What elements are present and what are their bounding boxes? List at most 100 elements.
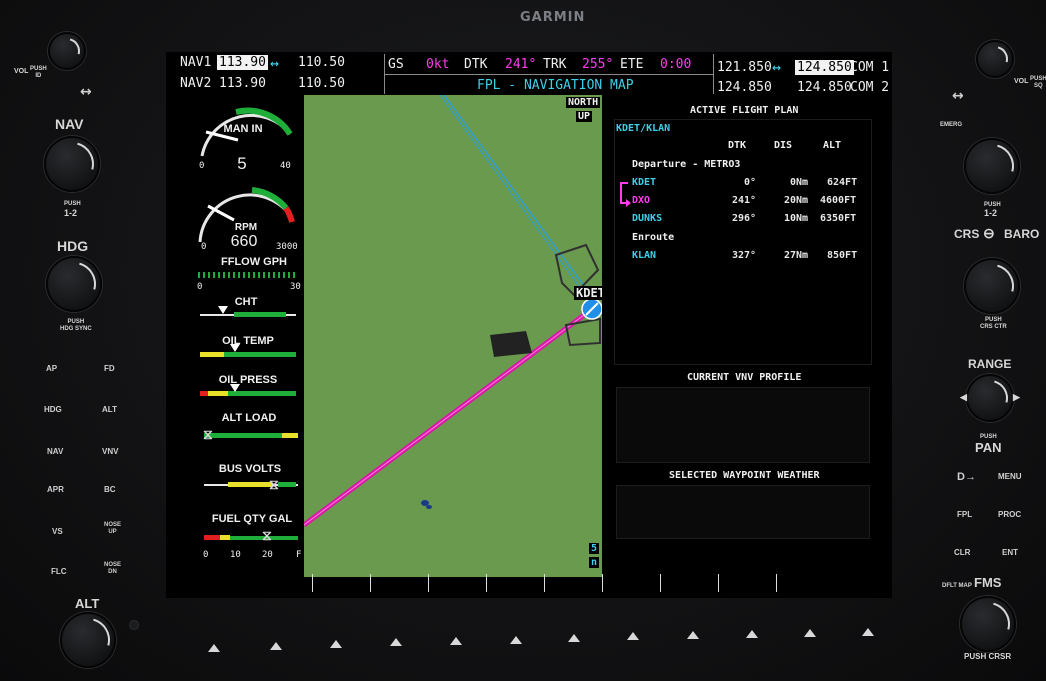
vol-label-left: VOL (14, 68, 29, 75)
map-orientation-up[interactable]: UP (576, 111, 593, 122)
softkey-4[interactable] (390, 638, 402, 646)
bus-volts-green-band (278, 482, 296, 487)
nav1-standby-frequency[interactable]: 110.50 (298, 55, 345, 70)
ent-button[interactable]: ENT (1002, 548, 1018, 557)
com1-active-frequency[interactable]: 124.850 (795, 60, 854, 75)
nav2-standby-frequency[interactable]: 110.50 (298, 76, 345, 91)
fuel-flow-label: FFLOW GPH (221, 256, 287, 268)
softkey-7[interactable] (568, 634, 580, 642)
manifold-max-label: 40 (280, 161, 291, 171)
softkey-9[interactable] (687, 631, 699, 639)
softkey-5[interactable] (450, 637, 462, 645)
nav-swap-icon[interactable]: ↔ (80, 84, 92, 100)
bus-volts-label: BUS VOLTS (218, 463, 282, 475)
divider (713, 54, 714, 94)
crs-baro-knob[interactable] (961, 255, 1023, 317)
softkey-2[interactable] (270, 642, 282, 650)
com-swap-icon[interactable]: ↔ (952, 88, 964, 104)
vnv-button[interactable]: VNV (102, 447, 118, 456)
nav1-active-frequency[interactable]: 113.90 (217, 55, 268, 70)
fuel-tick-0: 0 (203, 550, 209, 560)
nav-knob[interactable] (41, 133, 103, 195)
alt-button[interactable]: ALT (102, 405, 117, 414)
map-orientation-north[interactable]: NORTH (566, 97, 601, 108)
apr-button[interactable]: APR (47, 485, 64, 494)
cht-label: CHT (234, 296, 258, 308)
divider (385, 74, 713, 75)
nav1-label: NAV1 (180, 55, 212, 70)
softkey-11[interactable] (804, 629, 816, 637)
emerg-label: EMERG (940, 122, 963, 128)
oil-temp-yellow-band (200, 352, 224, 357)
oil-temp-pointer (230, 344, 240, 352)
oil-pressure-pointer (230, 384, 240, 392)
com-push-12-label: 1-2 (984, 208, 998, 218)
clr-button[interactable]: CLR (954, 548, 970, 557)
waypoint-weather-box (616, 485, 870, 539)
softkey-12[interactable] (862, 628, 874, 636)
fd-button[interactable]: FD (104, 364, 115, 373)
rpm-min-label: 0 (201, 242, 207, 252)
screw (129, 620, 139, 630)
softkey-tick-row (312, 574, 832, 594)
nav-swap-arrow-icon: ↔ (270, 54, 280, 72)
fuel-tick-10: 10 (230, 550, 241, 560)
ete-value: 0:00 (660, 57, 692, 72)
hdg-push-label: PUSH HDG SYNC (60, 319, 92, 332)
gs-label: GS (388, 57, 404, 72)
page-title: FPL - NAVIGATION MAP (477, 78, 634, 93)
fuel-flow-scale (198, 272, 298, 278)
vol-knob-left[interactable] (48, 32, 86, 70)
nav2-label: NAV2 (180, 76, 212, 91)
menu-button[interactable]: MENU (998, 472, 1022, 481)
vol-push-label-right: PUSH SQ (1030, 76, 1046, 89)
nose-up-button[interactable]: NOSE UP (104, 522, 121, 536)
rpm-max-label: 3000 (276, 242, 298, 252)
com1-standby-frequency[interactable]: 121.850 (717, 60, 772, 75)
softkey-1[interactable] (208, 644, 220, 652)
vs-button[interactable]: VS (52, 527, 63, 536)
baro-label: BARO (1004, 227, 1040, 241)
nav-push-label: PUSH (64, 201, 81, 207)
com2-standby-frequency[interactable]: 124.850 (717, 80, 772, 95)
fuel-tick-full: F (296, 550, 302, 560)
manifold-pressure-value: 5 (237, 154, 247, 173)
com-knob[interactable] (961, 135, 1023, 197)
fuel-quantity-yellow-band (220, 535, 230, 540)
softkey-10[interactable] (746, 630, 758, 638)
proc-button[interactable]: PROC (998, 510, 1021, 519)
nav-knob-label: NAV (55, 116, 84, 132)
crs-push-label: PUSH CRS CTR (980, 317, 1007, 330)
rpm-label: RPM (234, 222, 258, 233)
hdg-button[interactable]: HDG (44, 405, 62, 414)
fms-knob[interactable] (957, 593, 1019, 655)
alt-load-yellow-band (282, 433, 298, 438)
flc-button[interactable]: FLC (51, 567, 67, 576)
dtk-value: 241° (505, 57, 537, 72)
nav-button[interactable]: NAV (47, 447, 63, 456)
navigation-map[interactable]: KDET (304, 95, 602, 577)
nav2-active-frequency[interactable]: 113.90 (219, 76, 266, 91)
softkey-3[interactable] (330, 640, 342, 648)
range-knob[interactable] (965, 373, 1015, 423)
alt-knob[interactable] (57, 609, 119, 671)
bc-button[interactable]: BC (104, 485, 116, 494)
oil-pressure-yellow-band (208, 391, 228, 396)
fpl-button[interactable]: FPL (957, 510, 972, 519)
ap-button[interactable]: AP (46, 364, 57, 373)
softkey-6[interactable] (510, 636, 522, 644)
map-range-value[interactable]: 5 (589, 543, 600, 554)
hdg-knob[interactable] (43, 253, 105, 315)
nose-down-button[interactable]: NOSE DN (104, 562, 121, 576)
fms-label: FMS (974, 575, 1002, 590)
alt-load-label: ALT LOAD (221, 412, 277, 424)
dflt-map-label: DFLT MAP (942, 583, 972, 589)
bus-volts-pointer-icon: ⧖ (269, 476, 279, 492)
push-crsr-label: PUSH CRSR (964, 652, 1012, 661)
com2-active-frequency[interactable]: 124.850 (797, 80, 852, 95)
softkey-8[interactable] (627, 632, 639, 640)
vol-knob-right[interactable] (976, 40, 1014, 78)
cht-pointer (218, 306, 228, 314)
waypoint-weather-title: SELECTED WAYPOINT WEATHER (669, 470, 820, 481)
direct-to-button[interactable]: D→ (957, 471, 976, 483)
